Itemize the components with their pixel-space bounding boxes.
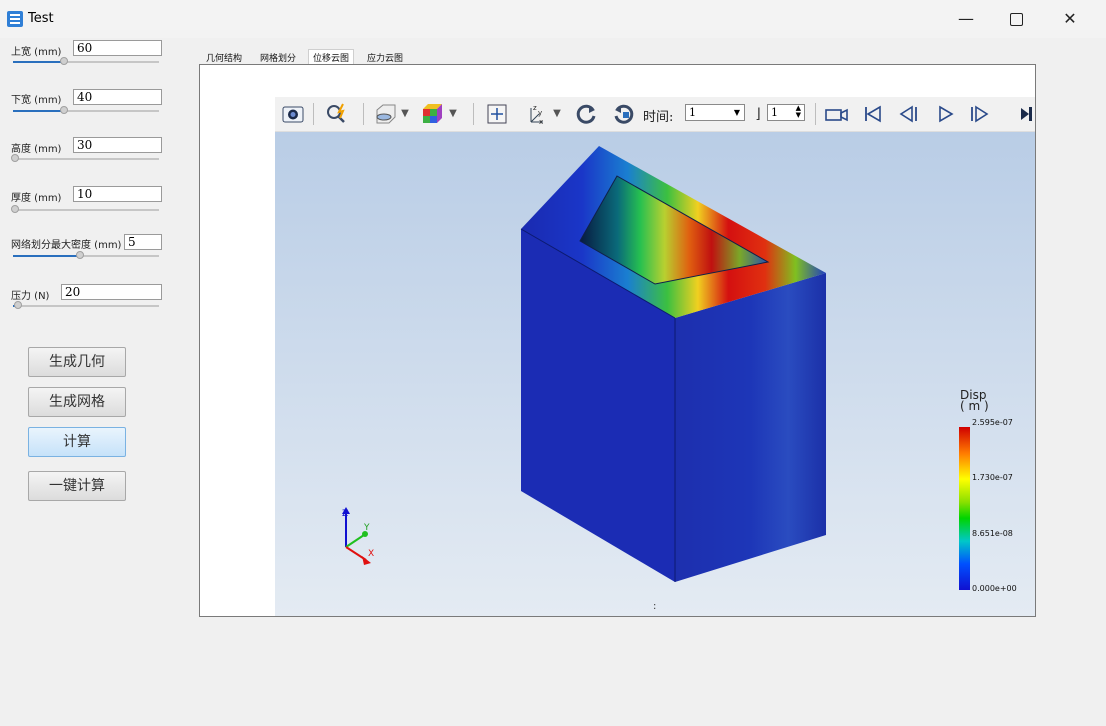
legend-tick: 2.595e-07	[972, 418, 1013, 427]
displacement-model: Z Y X	[342, 146, 826, 582]
legend-color-bar	[959, 427, 970, 590]
legend-tick: 1.730e-07	[972, 473, 1013, 482]
legend-tick: 8.651e-08	[972, 529, 1013, 538]
legend-unit: ( m )	[960, 399, 989, 413]
y-axis-label: Y	[363, 523, 370, 533]
viewer-status-mark: :	[653, 601, 657, 612]
legend-title: Disp ( m )	[960, 389, 989, 413]
z-axis-label: Z	[342, 509, 348, 519]
x-axis-label: X	[368, 549, 374, 559]
y-axis-line	[345, 534, 365, 548]
model-right-face	[675, 273, 826, 582]
legend-tick: 0.000e+00	[972, 584, 1017, 593]
